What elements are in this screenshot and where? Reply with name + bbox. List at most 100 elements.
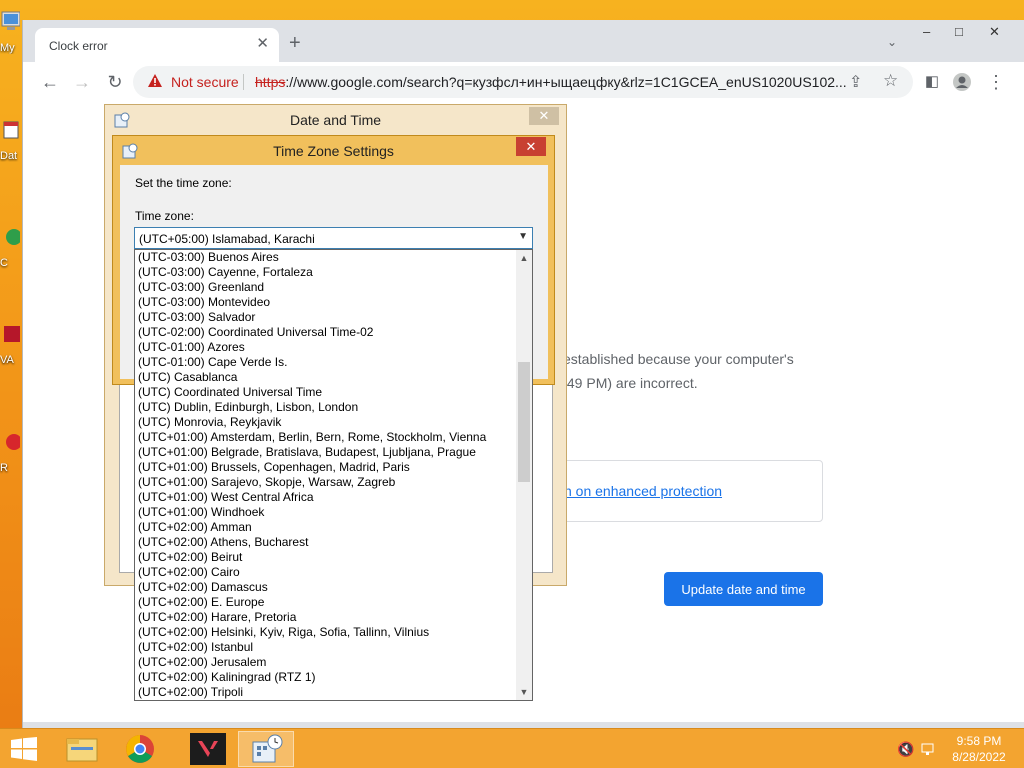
- time-zone-option[interactable]: (UTC+02:00) Beirut: [135, 550, 517, 565]
- desktop-icon-c[interactable]: C: [0, 225, 22, 269]
- time-zone-titlebar[interactable]: Time Zone Settings ✕: [113, 136, 554, 164]
- network-icon[interactable]: [920, 741, 936, 757]
- date-time-icon[interactable]: [238, 731, 294, 767]
- minimize-button[interactable]: –: [923, 24, 930, 39]
- desktop-icon-label: C: [0, 257, 8, 269]
- not-secure-label[interactable]: Not secure: [171, 74, 239, 90]
- error-message: established because your computer's :49 …: [563, 347, 843, 395]
- scrollbar[interactable]: ▲ ▼: [516, 250, 532, 700]
- speaker-muted-icon[interactable]: 🔇: [897, 741, 914, 758]
- url-scheme: https: [255, 74, 286, 90]
- taskbar: 🔇 9:58 PM 8/28/2022: [0, 728, 1024, 768]
- time-zone-option[interactable]: (UTC+02:00) Amman: [135, 520, 517, 535]
- desktop-icon-label: My: [0, 42, 15, 54]
- time-zone-option[interactable]: (UTC+01:00) Sarajevo, Skopje, Warsaw, Za…: [135, 475, 517, 490]
- time-zone-option[interactable]: (UTC) Coordinated Universal Time: [135, 385, 517, 400]
- desktop-icon-my-computer[interactable]: My: [0, 10, 22, 54]
- maximize-button[interactable]: □: [955, 24, 963, 39]
- scrollbar-thumb[interactable]: [518, 362, 530, 482]
- valorant-icon[interactable]: [180, 731, 236, 767]
- time-zone-option[interactable]: (UTC+02:00) Istanbul: [135, 640, 517, 655]
- time-zone-option[interactable]: (UTC) Dublin, Edinburgh, Lisbon, London: [135, 400, 517, 415]
- desktop-icon-label: Dat: [0, 150, 18, 162]
- time-zone-option[interactable]: (UTC+02:00) Damascus: [135, 580, 517, 595]
- time-zone-options: (UTC-03:00) Buenos Aires (UTC-03:00) Caye…: [135, 250, 517, 700]
- set-time-zone-label: Set the time zone:: [135, 176, 232, 190]
- time-zone-option[interactable]: (UTC+02:00) Jerusalem: [135, 655, 517, 670]
- time-zone-option[interactable]: (UTC+02:00) Kaliningrad (RTZ 1): [135, 670, 517, 685]
- time-zone-option[interactable]: (UTC+02:00) Helsinki, Kyiv, Riga, Sofia,…: [135, 625, 517, 640]
- enhanced-protection-link[interactable]: n on enhanced protection: [564, 483, 722, 499]
- calendar-icon: [3, 121, 19, 139]
- scroll-up-icon[interactable]: ▲: [516, 250, 532, 266]
- time-zone-label: Time zone:: [135, 209, 194, 223]
- time-zone-option[interactable]: (UTC+02:00) Cairo: [135, 565, 517, 580]
- reload-icon[interactable]: ↻: [104, 71, 126, 93]
- update-date-time-button[interactable]: Update date and time: [664, 572, 823, 606]
- time-zone-option[interactable]: (UTC) Casablanca: [135, 370, 517, 385]
- clock-date[interactable]: 8/28/2022: [944, 750, 1014, 764]
- chevron-down-icon[interactable]: ▼: [518, 231, 528, 242]
- time-zone-option[interactable]: (UTC-03:00) Cayenne, Fortaleza: [135, 265, 517, 280]
- time-zone-option[interactable]: (UTC+01:00) Amsterdam, Berlin, Bern, Rom…: [135, 430, 517, 445]
- clock-time[interactable]: 9:58 PM: [944, 734, 1014, 748]
- time-zone-option[interactable]: (UTC+02:00) Athens, Bucharest: [135, 535, 517, 550]
- time-zone-option[interactable]: (UTC+02:00) Tripoli: [135, 685, 517, 700]
- warning-icon: [148, 74, 162, 87]
- time-zone-option[interactable]: (UTC-01:00) Azores: [135, 340, 517, 355]
- time-zone-dropdown-list[interactable]: (UTC-03:00) Buenos Aires (UTC-03:00) Caye…: [134, 249, 533, 701]
- desktop-icon-label: R: [0, 462, 8, 474]
- valorant-icon: [4, 326, 20, 342]
- close-icon[interactable]: ✕: [529, 107, 559, 125]
- time-zone-option[interactable]: (UTC+01:00) Belgrade, Bratislava, Budape…: [135, 445, 517, 460]
- time-zone-option[interactable]: (UTC-03:00) Buenos Aires: [135, 250, 517, 265]
- time-zone-option[interactable]: (UTC) Monrovia, Reykjavik: [135, 415, 517, 430]
- time-zone-title: Time Zone Settings: [273, 143, 394, 159]
- url-rest: ://www.google.com/search?q=кузфсл+ин+ыща…: [285, 74, 847, 90]
- desktop-icon-date[interactable]: Dat: [0, 118, 22, 162]
- url-text[interactable]: https://www.google.com/search?q=кузфсл+и…: [255, 74, 847, 90]
- scroll-down-icon[interactable]: ▼: [516, 684, 532, 700]
- computer-icon: [1, 11, 20, 30]
- toolbar: ← → ↻ Not secure https://www.google.com/…: [23, 62, 1024, 102]
- tab-clock-error[interactable]: Clock error ✕: [35, 28, 279, 62]
- desktop-icon-va[interactable]: VA: [0, 322, 22, 366]
- tab-strip: Clock error ✕ + ⌄ – □ ✕: [23, 20, 1024, 62]
- close-icon[interactable]: ✕: [256, 36, 269, 51]
- side-panel-icon[interactable]: ◧: [921, 71, 943, 93]
- tab-search-chevron-icon[interactable]: ⌄: [887, 35, 897, 49]
- star-icon[interactable]: ☆: [883, 71, 898, 91]
- omnibox-divider: [243, 74, 244, 90]
- address-bar[interactable]: Not secure https://www.google.com/search…: [133, 66, 913, 98]
- time-zone-selected-value: (UTC+05:00) Islamabad, Karachi: [139, 232, 315, 246]
- forward-arrow-icon[interactable]: →: [71, 71, 93, 93]
- share-icon[interactable]: ⇪: [849, 72, 862, 92]
- riot-icon: [6, 434, 20, 450]
- time-zone-option[interactable]: (UTC-03:00) Montevideo: [135, 295, 517, 310]
- time-zone-option[interactable]: (UTC-03:00) Salvador: [135, 310, 517, 325]
- windows-start-icon[interactable]: [10, 737, 38, 761]
- time-zone-option[interactable]: (UTC+01:00) West Central Africa: [135, 490, 517, 505]
- file-explorer-icon[interactable]: [54, 731, 110, 767]
- more-menu-icon[interactable]: ⋮: [985, 71, 1007, 93]
- time-zone-option[interactable]: (UTC-01:00) Cape Verde Is.: [135, 355, 517, 370]
- time-zone-option[interactable]: (UTC+01:00) Brussels, Copenhagen, Madrid…: [135, 460, 517, 475]
- chrome-icon[interactable]: [112, 731, 168, 767]
- close-window-button[interactable]: ✕: [989, 24, 1000, 40]
- desktop-icon-label: VA: [0, 354, 14, 366]
- date-time-titlebar[interactable]: Date and Time ✕: [105, 105, 566, 135]
- tab-title: Clock error: [49, 39, 108, 53]
- close-icon[interactable]: ✕: [516, 137, 546, 156]
- desktop-icon-r[interactable]: R: [0, 430, 22, 474]
- time-zone-select[interactable]: (UTC+05:00) Islamabad, Karachi ▼: [134, 227, 533, 249]
- time-zone-option[interactable]: (UTC+02:00) Harare, Pretoria: [135, 610, 517, 625]
- back-arrow-icon[interactable]: ←: [39, 71, 61, 93]
- profile-avatar-icon[interactable]: [951, 71, 973, 93]
- time-zone-option[interactable]: (UTC-03:00) Greenland: [135, 280, 517, 295]
- date-time-title: Date and Time: [289, 112, 382, 128]
- new-tab-button[interactable]: +: [289, 33, 301, 53]
- time-zone-option[interactable]: (UTC+01:00) Windhoek: [135, 505, 517, 520]
- error-line-2: :49 PM) are incorrect.: [563, 375, 698, 391]
- time-zone-option[interactable]: (UTC-02:00) Coordinated Universal Time-0…: [135, 325, 517, 340]
- time-zone-option[interactable]: (UTC+02:00) E. Europe: [135, 595, 517, 610]
